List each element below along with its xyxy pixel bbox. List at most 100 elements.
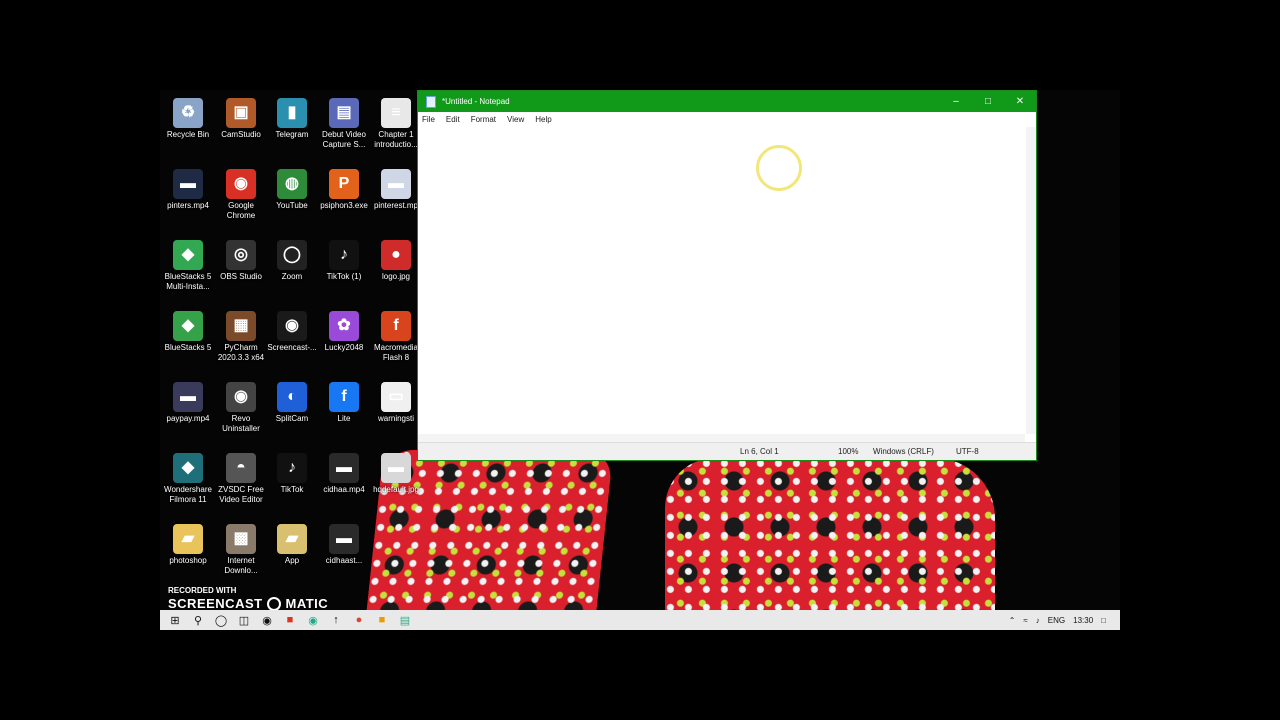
task-view-icon[interactable]: ◫: [236, 612, 252, 628]
desktop-icon[interactable]: ▦ PyCharm 2020.3.3 x64: [213, 308, 269, 378]
notepad-window[interactable]: *Untitled - Notepad – □ ✕ File Edit Form…: [417, 90, 1037, 461]
menu-view[interactable]: View: [507, 115, 524, 124]
desktop-icon[interactable]: ● logo.jpg: [368, 237, 424, 307]
start-icon[interactable]: ⊞: [167, 612, 183, 628]
close-button[interactable]: ✕: [1004, 91, 1036, 112]
desktop-icon[interactable]: ◆ Wondershare Filmora 11: [160, 450, 216, 520]
desktop-icon[interactable]: ♪ TikTok: [264, 450, 320, 520]
desktop-icon-image: ▮: [277, 98, 307, 128]
desktop-icon[interactable]: ▬ cidhaast...: [316, 521, 372, 591]
usb-icon[interactable]: ↑: [328, 612, 344, 628]
desktop-icon[interactable]: ▬ hqdefault.jpg: [368, 450, 424, 520]
desktop-icon[interactable]: ◉ Screencast-...: [264, 308, 320, 378]
desktop-icon[interactable]: ✿ Lucky2048: [316, 308, 372, 378]
desktop-icon-label: SplitCam: [275, 414, 309, 423]
desktop-icon[interactable]: ♻ Recycle Bin: [160, 95, 216, 165]
desktop-icon[interactable]: ◓ ZVSDC Free Video Editor: [213, 450, 269, 520]
desktop-icon-image: ▬: [173, 169, 203, 199]
desktop-icon-image: ◍: [277, 169, 307, 199]
desktop-icon[interactable]: ♪ TikTok (1): [316, 237, 372, 307]
clock[interactable]: 13:30: [1073, 616, 1093, 625]
desktop-icon-image: ◆: [173, 311, 203, 341]
desktop-icon[interactable]: f Macromedia Flash 8: [368, 308, 424, 378]
search-icon[interactable]: ⚲: [190, 612, 206, 628]
desktop-icon[interactable]: ▤ Debut Video Capture S...: [316, 95, 372, 165]
desktop-icon-image: ▭: [381, 382, 411, 412]
notepad-titlebar[interactable]: *Untitled - Notepad – □ ✕: [418, 91, 1036, 112]
desktop-icon-label: logo.jpg: [381, 272, 411, 281]
desktop-icon[interactable]: ▬ pinterest.mp: [368, 166, 424, 236]
desktop-icon[interactable]: ◍ YouTube: [264, 166, 320, 236]
desktop-icon-label: BlueStacks 5 Multi-Insta...: [164, 272, 212, 291]
desktop-icon-label: Debut Video Capture S...: [322, 130, 366, 149]
desktop-icon[interactable]: ▰ App: [264, 521, 320, 591]
menu-bar: File Edit Format View Help: [418, 112, 1036, 127]
desktop-icon[interactable]: ◆ BlueStacks 5: [160, 308, 216, 378]
desktop-icon[interactable]: ▬ cidhaa.mp4: [316, 450, 372, 520]
desktop-icon[interactable]: ◆ BlueStacks 5 Multi-Insta...: [160, 237, 216, 307]
menu-help[interactable]: Help: [535, 115, 551, 124]
desktop-icon-label: pinterest.mp: [373, 201, 419, 210]
desktop-icon[interactable]: ▭ warningsti: [368, 379, 424, 449]
desktop-icon-image: ◉: [226, 169, 256, 199]
desktop-icon-label: psiphon3.exe: [320, 201, 368, 210]
desktop-icon[interactable]: ▣ CamStudio: [213, 95, 269, 165]
menu-edit[interactable]: Edit: [446, 115, 460, 124]
desktop-icon[interactable]: ◉ Revo Uninstaller: [213, 379, 269, 449]
desktop-icon-image: ◓: [226, 453, 256, 483]
cortana-icon[interactable]: ◯: [213, 612, 229, 628]
desktop-icon[interactable]: f Lite: [316, 379, 372, 449]
desktop-icon-label: TikTok: [280, 485, 304, 494]
taskbar: ⊞ ⚲ ◯ ◫ ◉ ■ ◉ ↑ ● ■ ▤ ⌃ ≈ ♪ ENG 13:30 □: [160, 610, 1120, 630]
notepad-app-icon: [426, 95, 436, 108]
desktop-icon[interactable]: ▮ Telegram: [264, 95, 320, 165]
desktop-icon-label: photoshop: [169, 556, 207, 565]
notification-icon[interactable]: □: [1101, 616, 1106, 625]
desktop-icon-image: ▬: [381, 169, 411, 199]
desktop-icon[interactable]: ▬ paypay.mp4: [160, 379, 216, 449]
menu-format[interactable]: Format: [471, 115, 496, 124]
flash-icon[interactable]: ●: [351, 612, 367, 628]
desktop-icon-image: P: [329, 169, 359, 199]
line-ending: Windows (CRLF): [873, 447, 934, 456]
chevron-up-icon[interactable]: ⌃: [1009, 616, 1016, 625]
desktop-icon[interactable]: ▬ pinters.mp4: [160, 166, 216, 236]
desktop-icon[interactable]: Ppsiphon3.exe: [316, 166, 372, 236]
desktop-icon-label: Zoom: [281, 272, 303, 281]
maximize-button[interactable]: □: [972, 91, 1004, 112]
horizontal-scrollbar[interactable]: [418, 434, 1025, 442]
desktop-icon-image: ▤: [329, 98, 359, 128]
desktop-icon[interactable]: ◐ SplitCam: [264, 379, 320, 449]
vertical-scrollbar[interactable]: [1026, 127, 1036, 434]
wallpaper-fabric-right: [665, 458, 995, 610]
desktop-icon[interactable]: ▰ photoshop: [160, 521, 216, 591]
desktop-icon[interactable]: ▩ Internet Downlo...: [213, 521, 269, 591]
desktop-icon[interactable]: ◎ OBS Studio: [213, 237, 269, 307]
desktop-icon-label: Revo Uninstaller: [222, 414, 260, 433]
menu-file[interactable]: File: [422, 115, 435, 124]
app-icon-red[interactable]: ■: [282, 612, 298, 628]
notepad-taskbar-icon[interactable]: ▤: [397, 612, 413, 628]
desktop-icon[interactable]: ≡ Chapter 1 introductio...: [368, 95, 424, 165]
text-editor-area[interactable]: [418, 127, 1025, 434]
desktop-icon-label: Recycle Bin: [166, 130, 210, 139]
desktop-icon-label: Macromedia Flash 8: [373, 343, 418, 362]
screencast-icon[interactable]: ◉: [259, 612, 275, 628]
desktop-icon-image: ◐: [277, 382, 307, 412]
desktop-icon-label: App: [284, 556, 300, 565]
desktop-icon[interactable]: ◉ Google Chrome: [213, 166, 269, 236]
language-indicator[interactable]: ENG: [1048, 616, 1065, 625]
desktop-icon[interactable]: ◯ Zoom: [264, 237, 320, 307]
desktop-icon-image: ▬: [173, 382, 203, 412]
desktop-icon-image: ◎: [226, 240, 256, 270]
desktop-icon-label: Telegram: [275, 130, 309, 139]
desktop-icon-label: Google Chrome: [226, 201, 256, 220]
desktop-icon-label: pinters.mp4: [167, 201, 209, 210]
app-icon-orange[interactable]: ■: [374, 612, 390, 628]
network-icon[interactable]: ≈: [1023, 616, 1027, 625]
desktop-icon-image: ♪: [277, 453, 307, 483]
desktop-icon-label: Lucky2048: [324, 343, 364, 352]
chrome-icon[interactable]: ◉: [305, 612, 321, 628]
minimize-button[interactable]: –: [940, 91, 972, 112]
volume-icon[interactable]: ♪: [1036, 616, 1040, 625]
